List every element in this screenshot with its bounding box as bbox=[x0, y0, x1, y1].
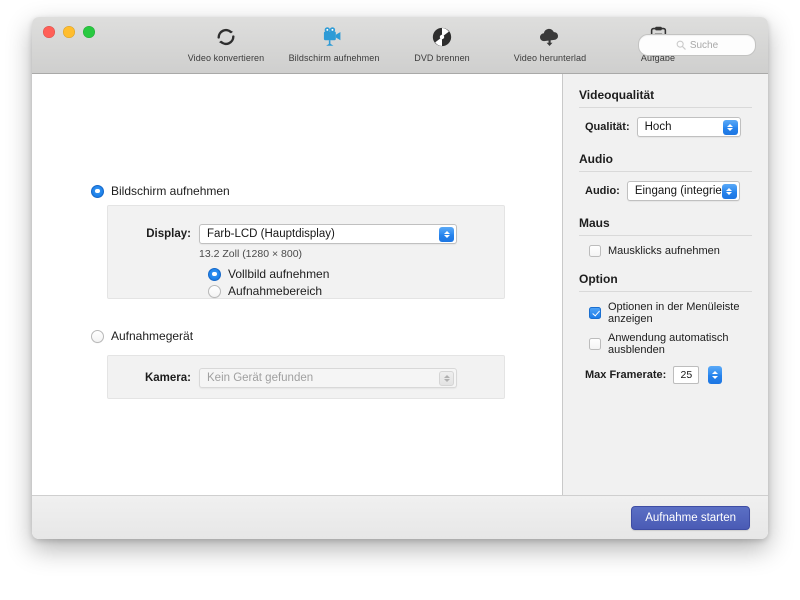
camera-select[interactable]: Kein Gerät gefunden bbox=[199, 368, 457, 388]
radio-capture-region[interactable]: Aufnahmebereich bbox=[208, 284, 322, 298]
settings-sidebar: Videoqualität Qualität: Hoch Audio Audio… bbox=[562, 74, 768, 495]
audio-field-row: Audio: Eingang (integriert) bbox=[579, 181, 752, 201]
section-video-quality: Videoqualität Qualität: Hoch bbox=[579, 88, 752, 137]
chevron-up-down-icon[interactable] bbox=[721, 184, 737, 199]
quality-field-label: Qualität: bbox=[585, 121, 630, 133]
quality-select[interactable]: Hoch bbox=[636, 117, 741, 137]
radio-indicator bbox=[91, 329, 104, 343]
checkbox-label: Anwendung automatisch ausblenden bbox=[608, 332, 729, 356]
checkbox-label: Optionen in der Menüleiste anzeigen bbox=[608, 301, 740, 325]
max-framerate-row: Max Framerate: 25 bbox=[579, 366, 752, 384]
search-placeholder: Suche bbox=[689, 39, 719, 51]
section-title: Videoqualität bbox=[579, 88, 752, 108]
section-option: Option Optionen in der Menüleiste anzeig… bbox=[579, 272, 752, 384]
section-title: Maus bbox=[579, 216, 752, 236]
cloud-download-icon bbox=[538, 24, 562, 50]
search-icon bbox=[676, 40, 686, 50]
toolbar-item-screen-record[interactable]: Bildschirm aufnehmen bbox=[289, 20, 379, 63]
zoom-button[interactable] bbox=[83, 26, 95, 38]
content-area: Bildschirm aufnehmen Display: Farb-LCD (… bbox=[32, 74, 768, 495]
display-select-value: Farb-LCD (Hauptdisplay) bbox=[207, 228, 335, 240]
display-select[interactable]: Farb-LCD (Hauptdisplay) bbox=[199, 224, 457, 244]
close-button[interactable] bbox=[43, 26, 55, 38]
radio-screen-capture[interactable]: Bildschirm aufnehmen bbox=[91, 184, 230, 198]
section-title: Option bbox=[579, 272, 752, 292]
radio-indicator bbox=[208, 267, 221, 281]
checkbox-show-options-menubar[interactable]: Optionen in der Menüleiste anzeigen bbox=[579, 301, 752, 325]
audio-select[interactable]: Eingang (integriert) bbox=[626, 181, 740, 201]
radio-recording-device[interactable]: Aufnahmegerät bbox=[91, 329, 193, 343]
checkbox-auto-hide-app[interactable]: Anwendung automatisch ausblenden bbox=[579, 332, 752, 356]
toolbar-item-label: Video herunterlad bbox=[513, 53, 587, 63]
toolbar-item-label: Video konvertieren bbox=[187, 53, 265, 63]
camera-field-row: Kamera: Kein Gerät gefunden bbox=[143, 368, 457, 388]
max-framerate-label: Max Framerate: bbox=[585, 369, 667, 381]
chevron-up-down-icon[interactable] bbox=[722, 120, 738, 135]
minimize-button[interactable] bbox=[63, 26, 75, 38]
search-input[interactable]: Suche bbox=[638, 34, 756, 56]
checkbox-indicator bbox=[589, 338, 601, 350]
toolbar-item-label: DVD brennen bbox=[414, 53, 470, 63]
radio-label: Bildschirm aufnehmen bbox=[111, 184, 230, 198]
checkbox-indicator bbox=[589, 245, 601, 257]
camera-group-box: Kamera: Kein Gerät gefunden bbox=[107, 355, 505, 399]
checkbox-record-mouse-clicks[interactable]: Mausklicks aufnehmen bbox=[579, 245, 752, 257]
section-mouse: Maus Mausklicks aufnehmen bbox=[579, 216, 752, 257]
framerate-stepper[interactable] bbox=[708, 366, 723, 384]
camera-field-label: Kamera: bbox=[144, 372, 191, 384]
radio-fullscreen[interactable]: Vollbild aufnehmen bbox=[208, 267, 329, 281]
radio-indicator bbox=[208, 284, 221, 298]
radio-label: Aufnahmebereich bbox=[228, 284, 323, 298]
quality-select-value: Hoch bbox=[644, 121, 672, 133]
checkbox-indicator bbox=[589, 307, 601, 319]
display-resolution-note: 13.2 Zoll (1280 × 800) bbox=[199, 248, 303, 260]
convert-icon bbox=[215, 24, 237, 50]
dvd-burn-icon bbox=[431, 24, 453, 50]
display-field-label: Display: bbox=[146, 228, 191, 240]
app-window: Video konvertieren Bildschirm aufnehmen … bbox=[32, 17, 768, 539]
toolbar-item-dvd-burn[interactable]: DVD brennen bbox=[400, 20, 484, 63]
section-title: Audio bbox=[579, 152, 752, 172]
radio-indicator bbox=[91, 184, 104, 198]
footer-bar: Aufnahme starten bbox=[32, 495, 768, 539]
checkbox-label: Mausklicks aufnehmen bbox=[608, 245, 720, 257]
quality-field-row: Qualität: Hoch bbox=[579, 117, 752, 137]
max-framerate-input[interactable]: 25 bbox=[673, 366, 700, 384]
toolbar-item-convert[interactable]: Video konvertieren bbox=[184, 20, 268, 63]
audio-field-label: Audio: bbox=[585, 185, 620, 197]
radio-label: Aufnahmegerät bbox=[111, 329, 194, 343]
toolbar-items: Video konvertieren Bildschirm aufnehmen … bbox=[184, 20, 700, 63]
toolbar-item-download[interactable]: Video herunterlad bbox=[508, 20, 592, 63]
audio-select-value: Eingang (integriert) bbox=[634, 185, 733, 197]
chevron-up-down-icon[interactable] bbox=[439, 371, 454, 386]
window-controls bbox=[43, 26, 95, 38]
start-recording-button[interactable]: Aufnahme starten bbox=[631, 505, 750, 530]
display-group-box: Display: Farb-LCD (Hauptdisplay) 13.2 Zo… bbox=[107, 205, 505, 299]
section-audio: Audio Audio: Eingang (integriert) bbox=[579, 152, 752, 201]
toolbar: Video konvertieren Bildschirm aufnehmen … bbox=[32, 17, 768, 74]
screen-record-icon bbox=[322, 24, 346, 50]
radio-label: Vollbild aufnehmen bbox=[228, 267, 330, 281]
display-field-row: Display: Farb-LCD (Hauptdisplay) bbox=[143, 224, 457, 244]
camera-select-value: Kein Gerät gefunden bbox=[207, 372, 314, 384]
chevron-up-down-icon[interactable] bbox=[439, 227, 454, 242]
toolbar-item-label: Bildschirm aufnehmen bbox=[288, 53, 380, 63]
main-pane: Bildschirm aufnehmen Display: Farb-LCD (… bbox=[32, 74, 562, 495]
